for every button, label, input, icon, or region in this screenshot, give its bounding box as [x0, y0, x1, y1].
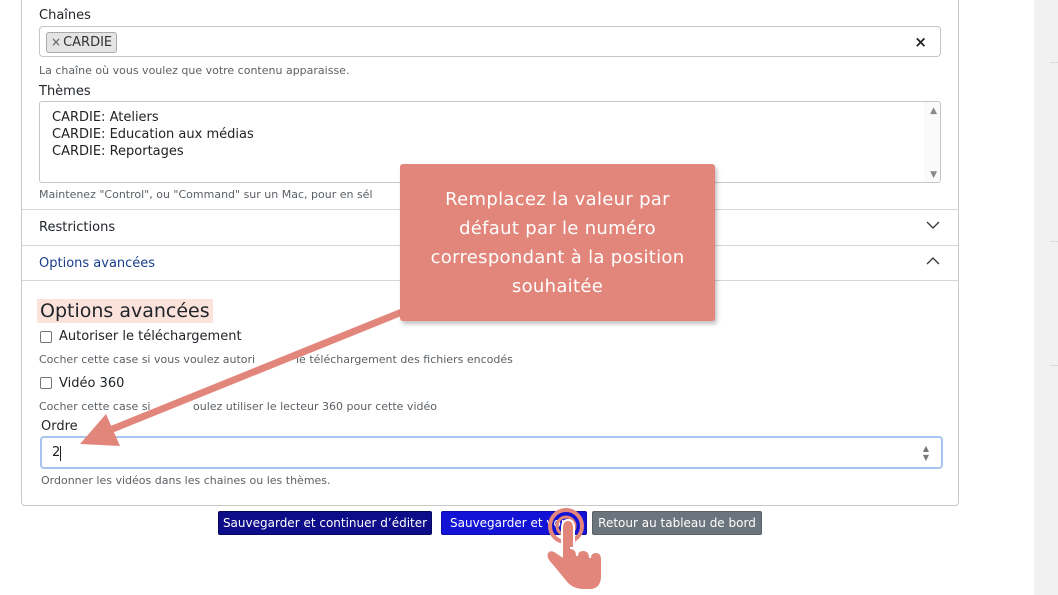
sidebar-divider [1050, 62, 1058, 63]
download-checkbox[interactable] [40, 331, 52, 343]
restrictions-title: Restrictions [39, 220, 116, 235]
tooltip-line: correspondant à la position [430, 247, 685, 268]
clear-chains-icon[interactable]: × [914, 33, 927, 51]
scroll-down-icon[interactable]: ▼ [930, 170, 937, 180]
scroll-up-icon[interactable]: ▲ [930, 106, 937, 116]
video360-label[interactable]: Vidéo 360 [59, 376, 124, 391]
chains-select[interactable]: × CARDIE × [39, 26, 941, 57]
number-spinner-icon[interactable]: ▲ ▼ [923, 444, 929, 462]
themes-scrollbar[interactable]: ▲ ▼ [924, 102, 940, 182]
sidebar-divider [1050, 241, 1058, 242]
tooltip-line: souhaitée [511, 276, 604, 297]
theme-option[interactable]: CARDIE: Education aux médias [52, 127, 254, 142]
themes-help: Maintenez "Control", ou "Command" sur un… [39, 188, 373, 201]
video360-help: Cocher cette case si [39, 400, 151, 413]
advanced-options-heading: Options avancées [37, 299, 213, 323]
order-help: Ordonner les vidéos dans les chaines ou … [41, 474, 331, 487]
themes-label: Thèmes [39, 84, 91, 99]
text-caret [60, 446, 61, 461]
chains-label: Chaînes [39, 8, 91, 23]
theme-option[interactable]: CARDIE: Reportages [52, 144, 184, 159]
right-sidebar-strip [1034, 0, 1058, 595]
save-continue-button[interactable]: Sauvegarder et continuer d’éditer [218, 511, 432, 535]
video360-help-rest: oulez utiliser le lecteur 360 pour cette… [193, 400, 437, 413]
theme-option[interactable]: CARDIE: Ateliers [52, 110, 159, 125]
tooltip-line: Remplacez la valeur par [445, 189, 670, 210]
order-input[interactable]: 2 ▲ ▼ [40, 436, 943, 469]
advanced-options-title: Options avancées [39, 256, 156, 271]
save-view-button[interactable]: Sauvegarder et voir [441, 511, 587, 535]
back-dashboard-button[interactable]: Retour au tableau de bord [592, 511, 762, 535]
download-label[interactable]: Autoriser le téléchargement [59, 329, 242, 344]
video360-checkbox[interactable] [40, 377, 52, 389]
chain-tag-label: CARDIE [63, 35, 113, 50]
sidebar-divider [1050, 365, 1058, 366]
tooltip-line: défaut par le numéro [459, 218, 656, 239]
chevron-up-icon [926, 257, 940, 265]
instruction-tooltip: Remplacez la valeur par défaut par le nu… [400, 164, 715, 321]
chains-help: La chaîne où vous voulez que votre conte… [39, 64, 350, 77]
chain-tag[interactable]: × CARDIE [46, 32, 118, 53]
chevron-down-icon [926, 221, 940, 229]
remove-tag-icon[interactable]: × [51, 35, 61, 49]
page: Chaînes × CARDIE × La chaîne où vous voul… [0, 0, 1058, 595]
download-help: Cocher cette case si vous voulez autori [39, 353, 256, 366]
order-label: Ordre [41, 419, 78, 434]
download-help-rest: le téléchargement des fichiers encodés [296, 353, 513, 366]
